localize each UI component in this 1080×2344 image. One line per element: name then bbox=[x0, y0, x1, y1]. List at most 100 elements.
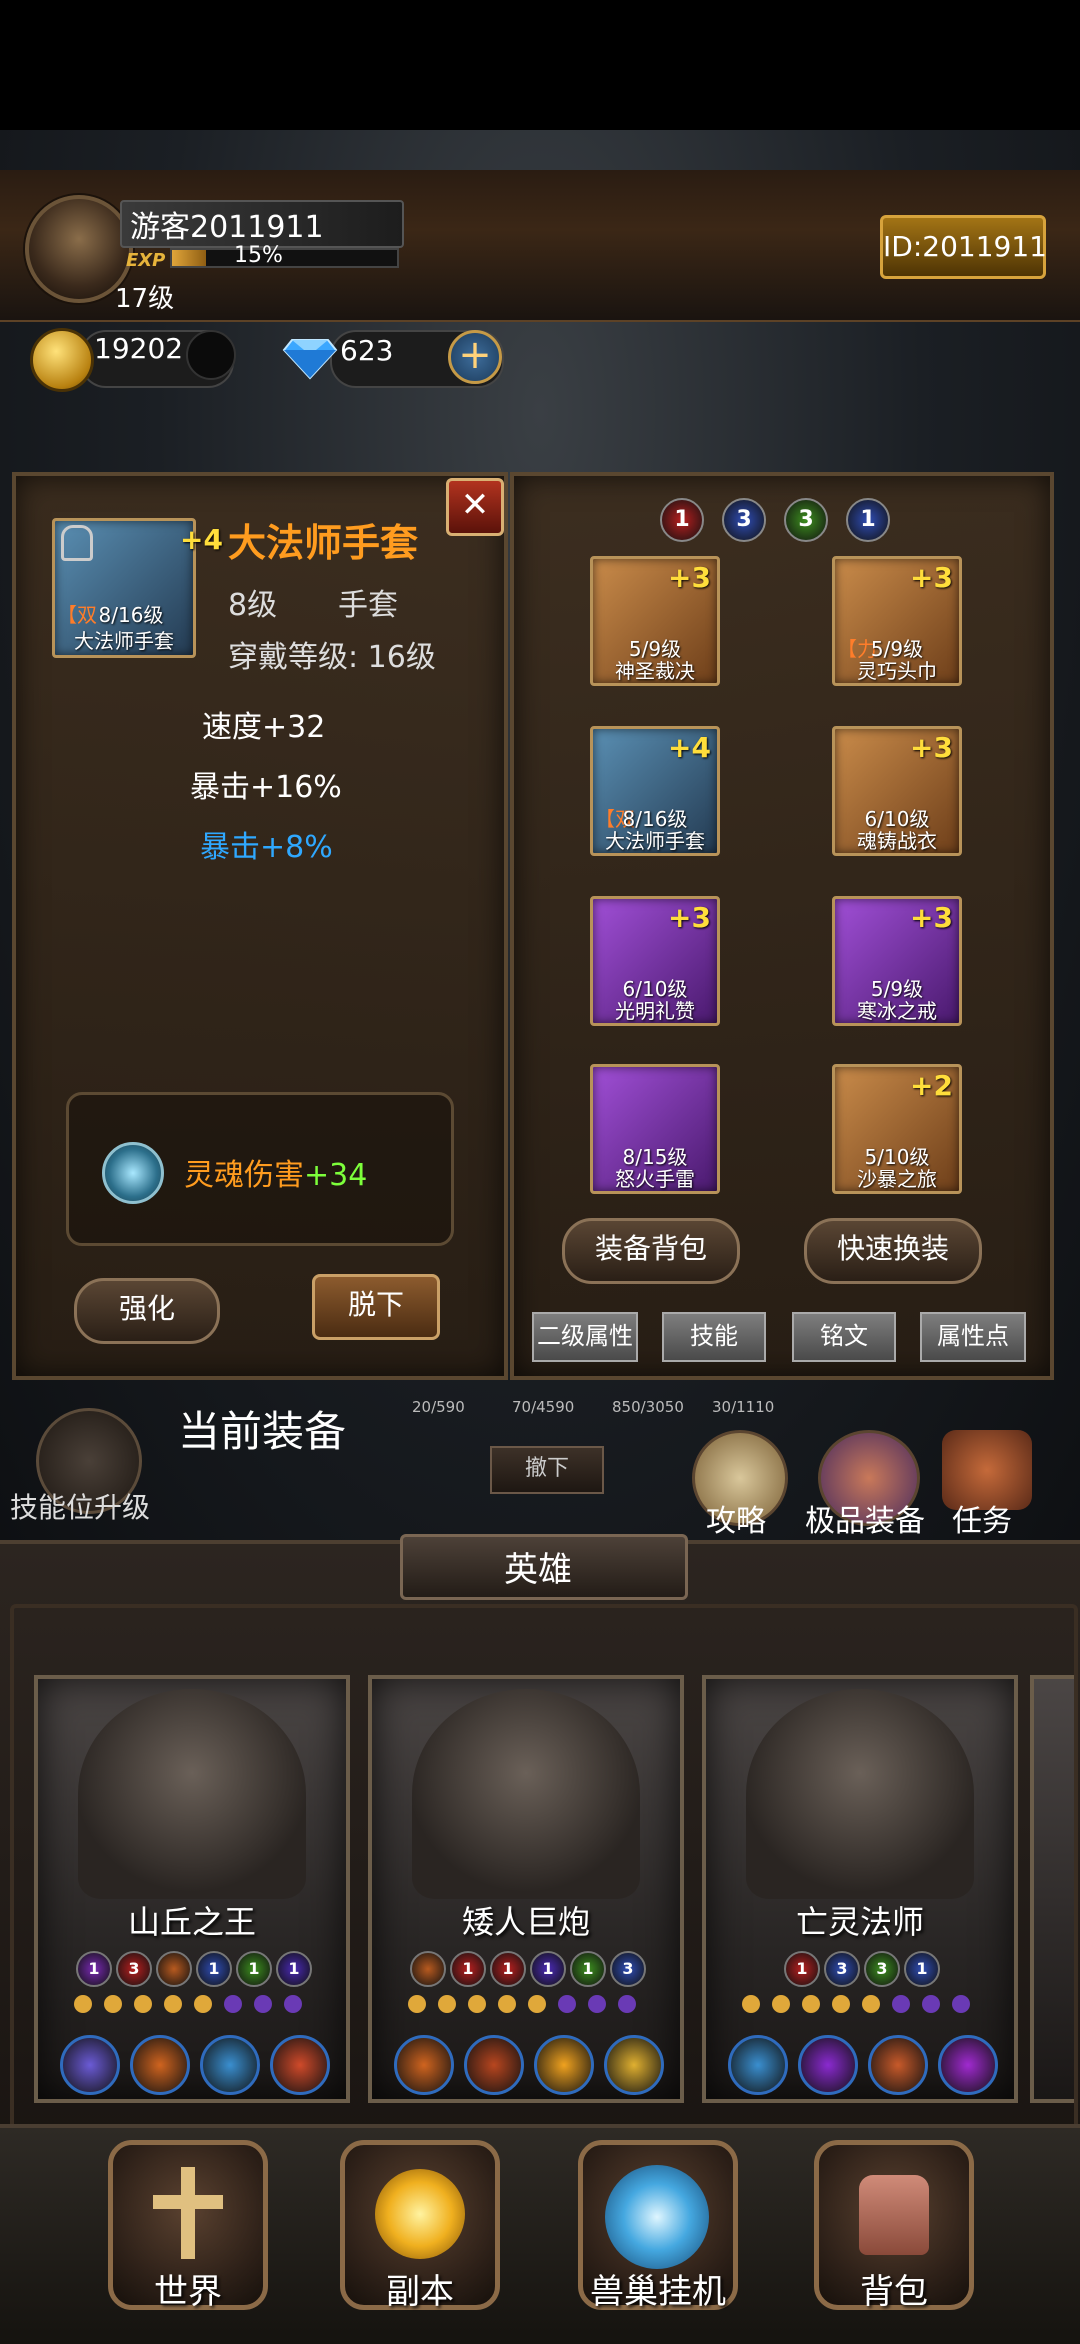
item-bonus-stat: 暴击+8% bbox=[200, 830, 333, 865]
hero-card[interactable]: 矮人巨炮 1 1 1 1 3 bbox=[368, 1675, 684, 2103]
equip-bag-button[interactable]: 装备背包 bbox=[562, 1218, 740, 1284]
guide-label[interactable]: 攻略 bbox=[706, 1496, 766, 1540]
hero-skill-icon bbox=[868, 2035, 928, 2095]
detail-item-plus: +4 bbox=[180, 523, 223, 556]
hero-gem-icon: 3 bbox=[116, 1951, 152, 1987]
skill-upgrade-label[interactable]: 技能位升级 bbox=[10, 1486, 150, 1526]
equipment-slot[interactable]: +3 6/10级 魂铸战衣 bbox=[832, 726, 962, 856]
hero-gem-icon: 1 bbox=[530, 1951, 566, 1987]
hero-slot-dot bbox=[498, 1995, 516, 2013]
diamond-icon bbox=[282, 339, 338, 380]
hero-slot-dot bbox=[772, 1995, 790, 2013]
hero-slot-dot bbox=[284, 1995, 302, 2013]
nav-world-button[interactable]: 世界 bbox=[108, 2140, 268, 2312]
exp-bar-fill bbox=[172, 250, 206, 266]
equipment-plus: +4 bbox=[668, 731, 711, 764]
equipment-slot[interactable]: 8/15级 怒火手雷 bbox=[590, 1064, 720, 1194]
hero-card[interactable]: 亡灵法师 1 3 3 1 bbox=[702, 1675, 1018, 2103]
hero-gem-icon: 1 bbox=[904, 1951, 940, 1987]
nav-world-label: 世界 bbox=[154, 2272, 222, 2312]
hero-skill-icon bbox=[394, 2035, 454, 2095]
nav-dungeon-button[interactable]: 副本 bbox=[340, 2140, 500, 2312]
resource-count: 850/3050 bbox=[612, 1398, 684, 1416]
hero-skill-icon bbox=[464, 2035, 524, 2095]
equipment-name: 大法师手套 bbox=[605, 829, 705, 853]
hero-card[interactable]: 山丘之王 1 3 1 1 1 bbox=[34, 1675, 350, 2103]
equipment-name: 光明礼赞 bbox=[615, 999, 695, 1023]
add-diamond-button[interactable]: + bbox=[448, 330, 502, 384]
unequip-button[interactable]: 脱下 bbox=[312, 1274, 440, 1340]
hero-slot-dot bbox=[802, 1995, 820, 2013]
gem-socket-icon: 1 bbox=[660, 498, 704, 542]
close-button[interactable]: ✕ bbox=[446, 478, 504, 536]
hero-gem-icon: 1 bbox=[76, 1951, 112, 1987]
sun-icon bbox=[375, 2169, 465, 2259]
equipment-name: 魂铸战衣 bbox=[857, 829, 937, 853]
portal-icon bbox=[605, 2165, 709, 2269]
hero-skill-icon bbox=[60, 2035, 120, 2095]
cross-icon-horizontal bbox=[153, 2195, 223, 2209]
hero-name: 矮人巨炮 bbox=[461, 1903, 590, 1941]
detail-item-icon: +4 【双 8/16级 大法师手套 bbox=[52, 518, 223, 658]
hero-slot-dot bbox=[438, 1995, 456, 2013]
tab-attribute-points[interactable]: 属性点 bbox=[920, 1312, 1026, 1362]
equipment-name: 灵巧头巾 bbox=[857, 659, 937, 683]
hero-gem-icon: 1 bbox=[570, 1951, 606, 1987]
player-id-badge: ID:2011911 bbox=[880, 215, 1047, 279]
equipment-slot[interactable]: +3 【力 5/9级 灵巧头巾 bbox=[832, 556, 962, 686]
item-wear-level: 穿戴等级: 16级 bbox=[228, 640, 436, 675]
gem-socket-icon: 3 bbox=[784, 498, 828, 542]
lock-icon bbox=[61, 525, 93, 561]
nav-backpack-button[interactable]: 背包 bbox=[814, 2140, 974, 2312]
hero-skill-icon bbox=[728, 2035, 788, 2095]
exp-percent: 15% bbox=[234, 243, 283, 268]
soul-icon bbox=[102, 1142, 164, 1204]
hero-slot-dot bbox=[224, 1995, 242, 2013]
nav-backpack-label: 背包 bbox=[860, 2272, 928, 2312]
hero-slot-dot bbox=[742, 1995, 760, 2013]
hero-slot-dot bbox=[922, 1995, 940, 2013]
task-label[interactable]: 任务 bbox=[952, 1496, 1012, 1540]
hero-gem-icon bbox=[156, 1951, 192, 1987]
player-name: 游客2011911 bbox=[130, 210, 324, 245]
hero-slot-dot bbox=[588, 1995, 606, 2013]
item-title: 大法师手套 bbox=[228, 521, 419, 565]
hero-gem-icon: 3 bbox=[824, 1951, 860, 1987]
soul-damage-value: +34 bbox=[304, 1158, 368, 1193]
quick-swap-button[interactable]: 快速换装 bbox=[804, 1218, 982, 1284]
equipment-slot[interactable]: +3 5/9级 寒冰之戒 bbox=[832, 896, 962, 1026]
hero-slot-dot bbox=[164, 1995, 182, 2013]
equipment-slot[interactable]: +4 【双 8/16级 大法师手套 bbox=[590, 726, 720, 856]
tab-inscription[interactable]: 铭文 bbox=[792, 1312, 896, 1362]
unequip-small-button[interactable]: 撤下 bbox=[490, 1446, 604, 1494]
nav-lair-idle-button[interactable]: 兽巢挂机 bbox=[578, 2140, 738, 2312]
equipment-name: 沙暴之旅 bbox=[857, 1167, 937, 1191]
item-type: 手套 bbox=[338, 588, 398, 623]
equipment-plus: +3 bbox=[668, 901, 711, 934]
hero-gem-icon: 1 bbox=[236, 1951, 272, 1987]
hero-gem-icon: 3 bbox=[864, 1951, 900, 1987]
equipment-slot[interactable]: +3 6/10级 光明礼赞 bbox=[590, 896, 720, 1026]
gold-slot-icon bbox=[186, 330, 236, 380]
next-hero-card-edge[interactable] bbox=[1030, 1675, 1074, 2103]
resource-count: 70/4590 bbox=[512, 1398, 575, 1416]
detail-item-icon-name: 大法师手套 bbox=[74, 629, 174, 653]
top-equip-label[interactable]: 极品装备 bbox=[805, 1496, 925, 1540]
equipment-slot[interactable]: +2 5/10级 沙暴之旅 bbox=[832, 1064, 962, 1194]
equipment-plus: +2 bbox=[910, 1069, 953, 1102]
exp-bar bbox=[170, 248, 399, 268]
detail-item-icon-level: 8/16级 bbox=[98, 603, 164, 627]
gem-socket-icon: 3 bbox=[722, 498, 766, 542]
hero-slot-dot bbox=[528, 1995, 546, 2013]
hero-gem-icon: 1 bbox=[784, 1951, 820, 1987]
tab-skills[interactable]: 技能 bbox=[662, 1312, 766, 1362]
hero-gem-icon: 1 bbox=[196, 1951, 232, 1987]
nav-dungeon-label: 副本 bbox=[386, 2272, 454, 2312]
backpack-icon bbox=[859, 2175, 929, 2255]
enhance-button[interactable]: 强化 bbox=[74, 1278, 220, 1344]
item-stat-speed: 速度+32 bbox=[202, 710, 326, 745]
tab-secondary-attributes[interactable]: 二级属性 bbox=[532, 1312, 638, 1362]
hero-skill-icon bbox=[534, 2035, 594, 2095]
equipment-slot[interactable]: +3 5/9级 神圣裁决 bbox=[590, 556, 720, 686]
player-level: 17级 bbox=[115, 284, 175, 314]
